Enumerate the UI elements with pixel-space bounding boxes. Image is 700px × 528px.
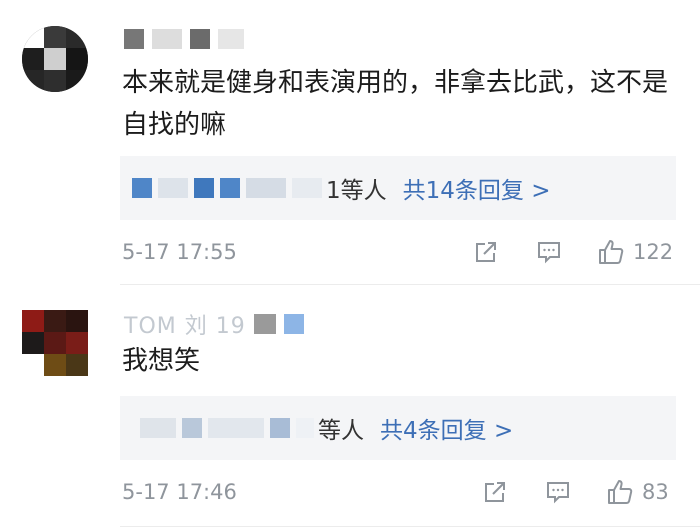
share-button[interactable] bbox=[472, 238, 500, 266]
reply-summary[interactable]: 等人 共4条回复 > bbox=[120, 396, 676, 460]
share-icon bbox=[485, 482, 505, 502]
share-button[interactable] bbox=[481, 478, 509, 506]
mosaic-block bbox=[296, 418, 314, 438]
reply-users-suffix: 等人 bbox=[318, 418, 364, 444]
avatar[interactable] bbox=[22, 26, 88, 92]
mosaic-block bbox=[124, 29, 144, 49]
reply-usernames bbox=[132, 178, 322, 198]
comment-item: TOM 刘 19 我想笑 等人 共4条回复 > 5-17 17:46 83 bbox=[0, 284, 700, 528]
mosaic-block bbox=[220, 178, 240, 198]
timestamp: 5-17 17:55 bbox=[122, 240, 237, 264]
reply-button[interactable] bbox=[544, 478, 572, 506]
reply-usernames bbox=[140, 418, 314, 438]
comment-item: 本来就是健身和表演用的，非拿去比武，这不是自找的嘛 1等人 共14条回复 > 5… bbox=[0, 0, 700, 284]
avatar[interactable] bbox=[22, 310, 88, 376]
mosaic-block bbox=[218, 29, 244, 49]
comment-text: 我想笑 bbox=[122, 346, 201, 376]
like-icon bbox=[599, 240, 624, 264]
mosaic-block bbox=[194, 178, 214, 198]
mosaic-block bbox=[132, 178, 152, 198]
view-replies-link[interactable]: 共4条回复 > bbox=[380, 411, 513, 445]
like-icon bbox=[608, 480, 633, 504]
mosaic-block bbox=[283, 314, 304, 334]
view-replies-link[interactable]: 共14条回复 > bbox=[403, 171, 551, 205]
share-icon bbox=[476, 242, 496, 262]
reply-button[interactable] bbox=[535, 238, 563, 266]
comment-meta: 5-17 17:46 83 bbox=[0, 474, 700, 514]
mosaic-block bbox=[253, 314, 276, 334]
mosaic-block bbox=[182, 418, 202, 438]
reply-summary[interactable]: 1等人 共14条回复 > bbox=[120, 156, 676, 220]
mosaic-block bbox=[246, 178, 286, 198]
mosaic-block bbox=[140, 418, 176, 438]
comment-icon bbox=[538, 242, 560, 264]
username[interactable]: TOM 刘 19 bbox=[124, 307, 304, 341]
divider bbox=[120, 526, 700, 527]
mosaic-block bbox=[270, 418, 290, 438]
mosaic-block bbox=[292, 178, 322, 198]
comment-meta: 5-17 17:55 122 bbox=[0, 234, 700, 274]
like-button[interactable]: 122 bbox=[597, 238, 673, 266]
mosaic-block bbox=[190, 29, 210, 49]
username[interactable] bbox=[124, 22, 244, 56]
username-text: TOM 刘 19 bbox=[124, 314, 246, 339]
comment-text: 本来就是健身和表演用的，非拿去比武，这不是自找的嘛 bbox=[122, 68, 669, 140]
like-count: 83 bbox=[642, 480, 669, 504]
mosaic-block bbox=[152, 29, 182, 49]
like-button[interactable]: 83 bbox=[606, 478, 669, 506]
like-count: 122 bbox=[633, 240, 674, 264]
comment-icon bbox=[547, 482, 569, 504]
mosaic-block bbox=[208, 418, 264, 438]
timestamp: 5-17 17:46 bbox=[122, 480, 237, 504]
mosaic-block bbox=[158, 178, 188, 198]
reply-users-suffix: 1等人 bbox=[326, 178, 387, 204]
